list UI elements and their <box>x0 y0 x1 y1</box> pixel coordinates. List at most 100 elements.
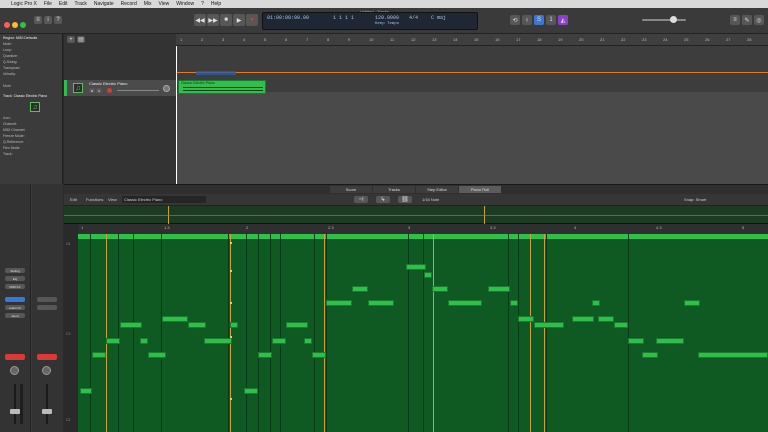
midi-note[interactable] <box>258 352 272 358</box>
region-name-field[interactable]: Classic Electric Piano <box>122 196 206 203</box>
inspector-row[interactable]: Q-Swing: <box>3 60 57 64</box>
list-editors-icon[interactable]: ≡ <box>730 15 740 25</box>
menu-item-track[interactable]: Track <box>75 1 87 7</box>
piano-keyboard[interactable]: C4 C3 C2 <box>64 224 78 432</box>
inspector-row[interactable]: Channel: <box>3 122 57 126</box>
midi-note[interactable] <box>510 300 518 306</box>
midi-note[interactable] <box>406 264 426 270</box>
inspector-row[interactable]: Track: <box>3 152 57 156</box>
midi-note[interactable] <box>140 338 148 344</box>
track-name[interactable]: Classic Electric Piano <box>89 81 149 86</box>
loop-browser-icon[interactable]: ◎ <box>754 15 764 25</box>
midi-note[interactable] <box>80 388 92 394</box>
inspector-row[interactable]: Mute: <box>3 42 57 46</box>
arrange-ruler[interactable]: 1 2 3 4 5 6 7 8 9 10 11 12 13 14 15 16 17 18 19 20 21 22 23 24 2… <box>176 34 768 46</box>
midi-note[interactable] <box>656 338 684 344</box>
solo-button[interactable]: S <box>96 88 102 93</box>
inspector-row[interactable]: MIDI Channel: <box>3 128 57 132</box>
inspector-row[interactable]: Freeze Mode: <box>3 134 57 138</box>
midi-note[interactable] <box>352 286 368 292</box>
midi-note[interactable] <box>698 352 768 358</box>
pan-knob[interactable] <box>42 366 51 375</box>
catch-button[interactable]: ↳ <box>376 196 390 203</box>
track-volume-slider[interactable] <box>117 90 159 91</box>
midi-note[interactable] <box>204 338 232 344</box>
midi-note[interactable] <box>120 322 142 328</box>
time-quantize-select[interactable]: 1/16 Note <box>422 197 439 202</box>
tab-step-editor[interactable]: Step Editor <box>416 186 458 193</box>
library-icon[interactable]: ≡ <box>34 16 42 24</box>
midi-note[interactable] <box>368 300 394 306</box>
cycle-icon[interactable]: ⟲ <box>510 15 520 25</box>
inspector-row[interactable]: More <box>3 84 57 88</box>
snap-select[interactable]: Snap: Smart <box>684 197 706 202</box>
midi-note[interactable] <box>304 338 312 344</box>
piano-roll-grid[interactable] <box>78 234 768 432</box>
menu-item-edit[interactable]: Edit <box>59 1 68 7</box>
midi-note[interactable] <box>148 352 166 358</box>
menu-item-file[interactable]: File <box>44 1 52 7</box>
midi-note[interactable] <box>684 300 700 306</box>
track-pan-knob[interactable] <box>163 85 170 92</box>
midi-note[interactable] <box>286 322 308 328</box>
notepad-icon[interactable]: ✎ <box>742 15 752 25</box>
menu-item-help[interactable]: Help <box>211 1 221 7</box>
midi-note[interactable] <box>188 322 206 328</box>
midi-note[interactable] <box>518 316 534 322</box>
automation-region[interactable] <box>196 71 236 75</box>
menu-item-record[interactable]: Record <box>121 1 137 7</box>
inspector-row[interactable]: Quantize: <box>3 54 57 58</box>
close-window-button[interactable] <box>4 22 10 28</box>
mute-button[interactable]: M <box>89 88 95 93</box>
midi-note[interactable] <box>106 338 120 344</box>
instrument-slot[interactable] <box>5 297 25 302</box>
midi-note[interactable] <box>488 286 510 292</box>
setting-button[interactable]: Setting <box>5 268 25 273</box>
minimize-window-button[interactable] <box>12 22 18 28</box>
midi-note[interactable] <box>628 338 644 344</box>
eq-button[interactable]: EQ <box>5 276 25 281</box>
midi-note[interactable] <box>642 352 658 358</box>
midi-note[interactable] <box>572 316 594 322</box>
inspector-row[interactable]: Q-Reference: <box>3 140 57 144</box>
count-in-icon[interactable]: 1 <box>546 15 556 25</box>
midi-note[interactable] <box>244 388 258 394</box>
menu-item-1[interactable]: ? <box>201 1 204 7</box>
midi-in-button[interactable]: ⊣ <box>354 196 368 203</box>
volume-fader[interactable] <box>42 409 52 414</box>
bounce-button[interactable] <box>37 305 57 310</box>
midi-note[interactable] <box>326 300 352 306</box>
lcd-display[interactable]: 01:00:00:00.00 1 1 1 1 120.0000 Keep Tem… <box>262 12 478 30</box>
mute-solo-button[interactable] <box>37 354 57 360</box>
inspector-row[interactable]: Flex Mode: <box>3 146 57 150</box>
output-slot[interactable] <box>37 297 57 302</box>
play-button[interactable]: ▶ <box>233 14 245 26</box>
midi-note[interactable] <box>598 316 614 322</box>
midi-note[interactable] <box>312 352 326 358</box>
edit-menu[interactable]: Edit <box>70 197 77 202</box>
midi-note[interactable] <box>432 286 448 292</box>
stop-button[interactable]: ■ <box>220 14 232 26</box>
midi-note[interactable] <box>272 338 286 344</box>
solo-icon[interactable]: S <box>534 15 544 25</box>
midi-note[interactable] <box>534 322 564 328</box>
track-icon-icon[interactable]: ♫ <box>30 102 40 112</box>
view-menu[interactable]: View <box>108 197 117 202</box>
midi-note[interactable] <box>162 316 188 322</box>
track-inspector-title[interactable]: Track: Classic Electric Piano <box>3 94 57 98</box>
global-tracks-icon[interactable]: ▤ <box>77 36 85 43</box>
tuner-icon[interactable]: ♮ <box>522 15 532 25</box>
tab-piano-roll[interactable]: Piano Roll <box>459 186 501 193</box>
midi-note[interactable] <box>92 352 106 358</box>
record-button[interactable]: ● <box>246 14 258 26</box>
region-inspector-title[interactable]: Region: MIDI Defaults <box>3 36 57 40</box>
menu-item-logic[interactable]: Logic Pro X <box>11 1 37 7</box>
inspector-row[interactable]: Velocity: <box>3 72 57 76</box>
track-header[interactable]: ♫ Classic Electric Piano M S <box>64 80 176 96</box>
record-enable-button[interactable] <box>5 354 25 360</box>
zoom-window-button[interactable] <box>20 22 26 28</box>
midi-note[interactable] <box>448 300 482 306</box>
menu-item-navigate[interactable]: Navigate <box>94 1 114 7</box>
midi-fx-button[interactable]: MIDI FX <box>5 284 25 289</box>
tab-score[interactable]: Score <box>330 186 372 193</box>
